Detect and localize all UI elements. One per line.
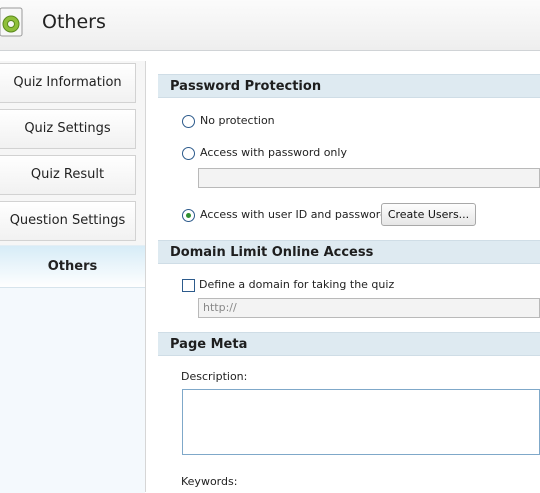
title-separator [0,51,540,61]
define-domain-label[interactable]: Define a domain for taking the quiz [199,278,394,291]
page-meta-header: Page Meta [158,332,540,356]
nav-question-settings-button[interactable]: Question Settings [0,201,136,241]
nav-quiz-result-button[interactable]: Quiz Result [0,155,136,195]
password-only-label[interactable]: Access with password only [200,146,347,159]
password-input[interactable] [198,168,540,188]
no-protection-label[interactable]: No protection [200,114,275,127]
nav-quiz-information-button[interactable]: Quiz Information [0,63,136,103]
nav-quiz-settings-button[interactable]: Quiz Settings [0,109,136,149]
keywords-label: Keywords: [181,475,238,488]
domain-limit-header: Domain Limit Online Access [158,240,540,264]
user-id-password-label[interactable]: Access with user ID and password [200,208,387,221]
nav-others-tab[interactable]: Others [0,245,145,288]
sidebar-empty-area [0,287,145,493]
create-users-button[interactable]: Create Users... [381,203,476,226]
description-label: Description: [181,370,248,383]
gear-document-icon [0,7,23,37]
no-protection-radio[interactable] [182,115,195,128]
title-bar: Others [0,0,540,51]
domain-input[interactable]: http:// [198,298,540,318]
page-title: Others [42,11,106,33]
description-textarea[interactable] [182,389,540,455]
define-domain-checkbox[interactable] [182,279,195,292]
content-panel: Password Protection No protection Access… [146,61,540,492]
user-id-password-radio[interactable] [182,209,195,222]
password-only-radio[interactable] [182,147,195,160]
password-protection-header: Password Protection [158,74,540,98]
sidebar-nav: Quiz Information Quiz Settings Quiz Resu… [0,61,146,493]
